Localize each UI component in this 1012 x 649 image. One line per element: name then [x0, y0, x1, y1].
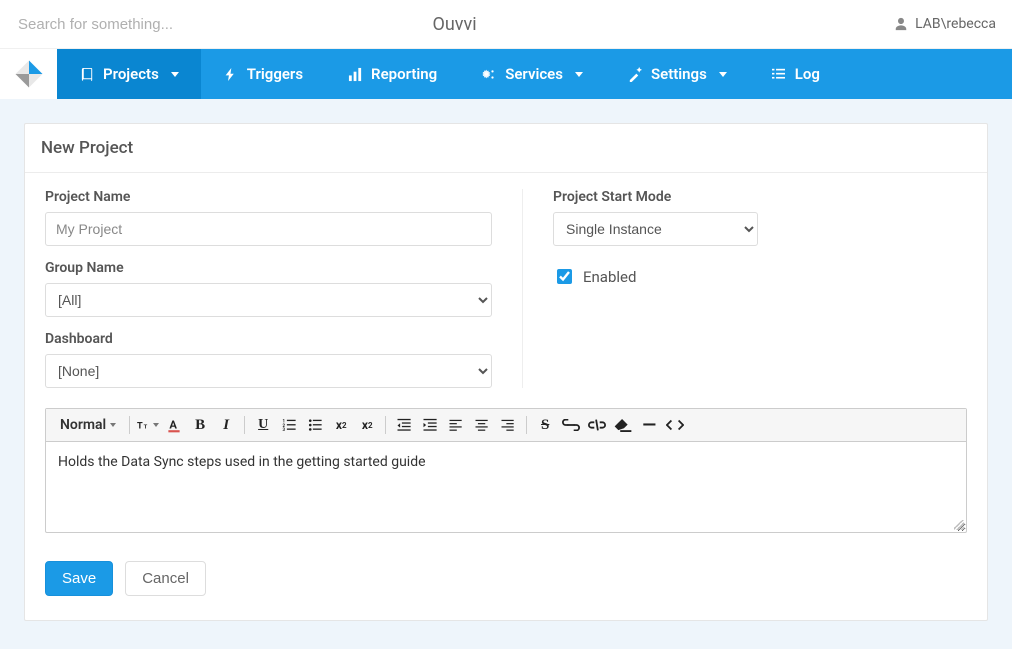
- bolt-icon: [223, 66, 239, 82]
- align-left-button[interactable]: [445, 414, 467, 436]
- svg-text:T: T: [144, 424, 148, 430]
- format-dropdown[interactable]: Normal: [54, 414, 122, 436]
- svg-text:T: T: [137, 421, 143, 431]
- svg-text:A: A: [170, 418, 178, 431]
- top-bar: Ouvvi LAB\rebecca: [0, 0, 1012, 49]
- nav-services[interactable]: Services: [459, 49, 605, 99]
- svg-text:3: 3: [282, 428, 285, 432]
- logo-icon: [14, 59, 44, 89]
- bar-chart-icon: [347, 66, 363, 82]
- nav-label: Log: [795, 65, 820, 83]
- description-editor: Normal TT A B I U 12: [45, 408, 967, 533]
- editor-textarea[interactable]: Holds the Data Sync steps used in the ge…: [46, 442, 966, 532]
- nav-reporting[interactable]: Reporting: [325, 49, 459, 99]
- separator: [385, 416, 386, 434]
- format-label: Normal: [60, 417, 106, 433]
- nav-label: Settings: [651, 65, 707, 83]
- cancel-button[interactable]: Cancel: [125, 561, 206, 596]
- chevron-down-icon: [110, 423, 116, 427]
- save-button[interactable]: Save: [45, 561, 113, 596]
- user-icon: [893, 16, 909, 32]
- indent-button[interactable]: [419, 414, 441, 436]
- new-project-card: New Project Project Name Group Name [All…: [24, 123, 988, 621]
- group-name-select[interactable]: [All]: [45, 283, 492, 317]
- horizontal-rule-button[interactable]: —: [638, 414, 660, 436]
- code-button[interactable]: [664, 414, 686, 436]
- start-mode-label: Project Start Mode: [553, 189, 967, 205]
- page-title: New Project: [25, 124, 987, 173]
- superscript-button[interactable]: x2: [356, 414, 378, 436]
- user-label: LAB\rebecca: [915, 16, 996, 32]
- clear-format-button[interactable]: [612, 414, 634, 436]
- book-icon: [79, 66, 95, 82]
- separator: [526, 416, 527, 434]
- magic-icon: [627, 66, 643, 82]
- logo[interactable]: [0, 49, 57, 99]
- font-size-button[interactable]: TT: [137, 414, 159, 436]
- enabled-label: Enabled: [583, 268, 636, 286]
- align-center-button[interactable]: [471, 414, 493, 436]
- resize-handle[interactable]: [954, 520, 964, 530]
- strikethrough-button[interactable]: S: [534, 414, 556, 436]
- nav-log[interactable]: Log: [749, 49, 842, 99]
- italic-button[interactable]: I: [215, 414, 237, 436]
- separator: [244, 416, 245, 434]
- dashboard-select[interactable]: [None]: [45, 354, 492, 388]
- underline-button[interactable]: U: [252, 414, 274, 436]
- bold-button[interactable]: B: [189, 414, 211, 436]
- enabled-checkbox-row[interactable]: Enabled: [553, 266, 967, 287]
- nav-label: Triggers: [247, 65, 303, 83]
- chevron-down-icon: [719, 72, 727, 77]
- nav-bar: Projects Triggers Reporting Services Set…: [0, 49, 1012, 99]
- dashboard-label: Dashboard: [45, 331, 492, 347]
- chevron-down-icon: [153, 423, 159, 427]
- align-right-button[interactable]: [497, 414, 519, 436]
- ordered-list-button[interactable]: 123: [278, 414, 300, 436]
- nav-projects[interactable]: Projects: [57, 49, 201, 99]
- editor-toolbar: Normal TT A B I U 12: [46, 409, 966, 442]
- nav-settings[interactable]: Settings: [605, 49, 749, 99]
- subscript-button[interactable]: x2: [330, 414, 352, 436]
- font-color-button[interactable]: A: [163, 414, 185, 436]
- editor-content: Holds the Data Sync steps used in the ge…: [58, 454, 426, 470]
- unordered-list-button[interactable]: [304, 414, 326, 436]
- unlink-button[interactable]: [586, 414, 608, 436]
- cogs-icon: [481, 66, 497, 82]
- enabled-checkbox[interactable]: [557, 269, 572, 284]
- nav-triggers[interactable]: Triggers: [201, 49, 325, 99]
- chevron-down-icon: [171, 72, 179, 77]
- separator: [129, 416, 130, 434]
- nav-label: Services: [505, 65, 563, 83]
- nav-label: Reporting: [371, 65, 437, 83]
- user-menu[interactable]: LAB\rebecca: [893, 16, 996, 32]
- link-button[interactable]: [560, 414, 582, 436]
- start-mode-select[interactable]: Single Instance: [553, 212, 758, 246]
- project-name-input[interactable]: [45, 212, 492, 246]
- nav-label: Projects: [103, 65, 159, 83]
- app-title: Ouvvi: [16, 14, 893, 35]
- outdent-button[interactable]: [393, 414, 415, 436]
- chevron-down-icon: [575, 72, 583, 77]
- project-name-label: Project Name: [45, 189, 492, 205]
- group-name-label: Group Name: [45, 260, 492, 276]
- page-content: New Project Project Name Group Name [All…: [0, 99, 1012, 649]
- list-icon: [771, 66, 787, 82]
